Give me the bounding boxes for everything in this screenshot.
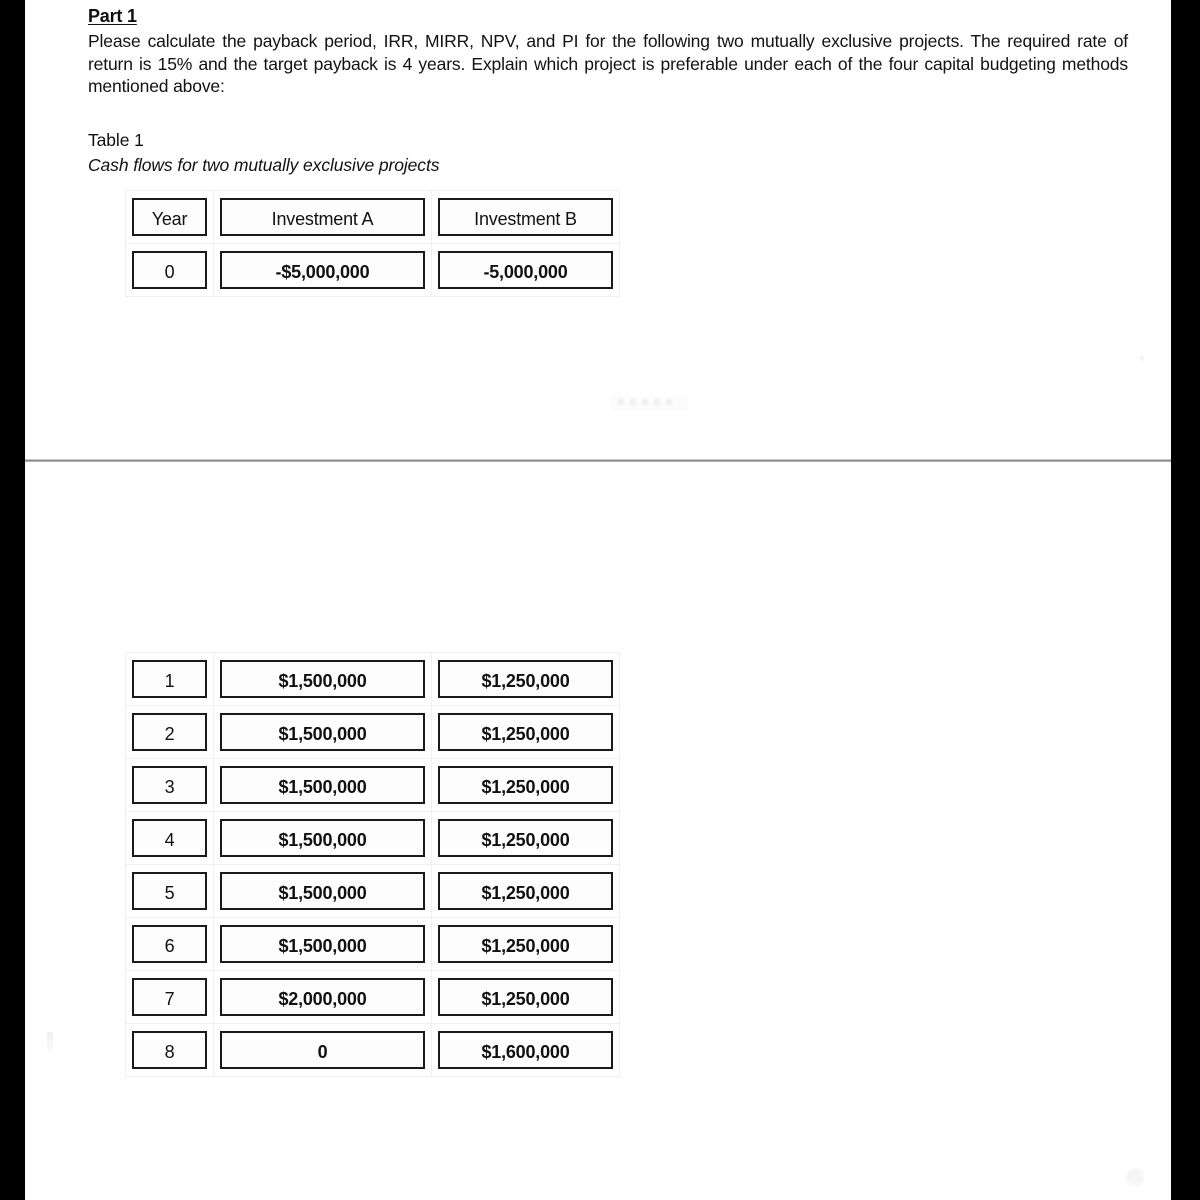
cell-year: 7	[125, 970, 214, 1024]
cell-investment-a: $1,500,000	[213, 917, 432, 971]
header-investment-a-label: Investment A	[220, 198, 425, 236]
investment-b-value: $1,250,000	[438, 766, 613, 804]
cell-year: 8	[125, 1023, 214, 1077]
table-bottom-body: 1 $1,500,000 $1,250,000 2 $1,500,000 $1,250,0…	[125, 652, 620, 1077]
investment-b-value: $1,250,000	[438, 925, 613, 963]
cell-investment-a: $2,000,000	[213, 970, 432, 1024]
investment-b-value: -5,000,000	[438, 251, 613, 289]
table-label: Table 1	[88, 130, 144, 150]
document-lower-section: 1 $1,500,000 $1,250,000 2 $1,500,000 $1,250,0…	[25, 462, 1171, 1200]
table-row: 2 $1,500,000 $1,250,000	[125, 705, 620, 759]
investment-b-value: $1,250,000	[438, 978, 613, 1016]
cell-investment-a: -$5,000,000	[213, 243, 432, 297]
cell-investment-a: $1,500,000	[213, 705, 432, 759]
year-value: 5	[132, 872, 207, 910]
investment-b-value: $1,250,000	[438, 872, 613, 910]
cell-year: 0	[125, 243, 214, 297]
year-value: 7	[132, 978, 207, 1016]
table-row: 7 $2,000,000 $1,250,000	[125, 970, 620, 1024]
document-upper-section: Part 1 Please calculate the payback peri…	[25, 0, 1171, 459]
cell-investment-b: -5,000,000	[431, 243, 620, 297]
cell-year: 2	[125, 705, 214, 759]
cash-flow-table-bottom: 1 $1,500,000 $1,250,000 2 $1,500,000 $1,250,0…	[125, 652, 620, 1077]
investment-b-value: $1,250,000	[438, 660, 613, 698]
year-value: 3	[132, 766, 207, 804]
header-cell-investment-a: Investment A	[213, 190, 432, 244]
investment-a-value: $1,500,000	[220, 872, 425, 910]
investment-a-value: 0	[220, 1031, 425, 1069]
scan-artifact-top-right	[1135, 348, 1169, 374]
document-page: Part 1 Please calculate the payback peri…	[25, 0, 1171, 1200]
table-caption: Cash flows for two mutually exclusive pr…	[88, 155, 440, 175]
cell-investment-a: 0	[213, 1023, 432, 1077]
investment-b-value: $1,250,000	[438, 713, 613, 751]
cell-investment-a: $1,500,000	[213, 811, 432, 865]
header-investment-b-label: Investment B	[438, 198, 613, 236]
cell-investment-b: $1,250,000	[431, 970, 620, 1024]
cell-year: 6	[125, 917, 214, 971]
investment-a-value: $1,500,000	[220, 766, 425, 804]
scan-artifact-right-edge	[1120, 1162, 1150, 1192]
cash-flow-table-top: Year Investment A Investment B 0 -$5,000…	[125, 190, 620, 297]
cell-investment-a: $1,500,000	[213, 758, 432, 812]
year-value: 6	[132, 925, 207, 963]
investment-a-value: -$5,000,000	[220, 251, 425, 289]
year-value: 2	[132, 713, 207, 751]
year-value: 1	[132, 660, 207, 698]
cell-investment-b: $1,250,000	[431, 811, 620, 865]
cell-investment-b: $1,250,000	[431, 917, 620, 971]
cell-year: 3	[125, 758, 214, 812]
cell-investment-a: $1,500,000	[213, 864, 432, 918]
year-value: 4	[132, 819, 207, 857]
investment-a-value: $2,000,000	[220, 978, 425, 1016]
table-row: 5 $1,500,000 $1,250,000	[125, 864, 620, 918]
part-heading: Part 1	[88, 6, 137, 26]
cell-year: 5	[125, 864, 214, 918]
table-top-body: Year Investment A Investment B 0 -$5,000…	[125, 190, 620, 297]
investment-a-value: $1,500,000	[220, 819, 425, 857]
scan-artifact-center	[610, 396, 688, 410]
question-paragraph: Please calculate the payback period, IRR…	[88, 31, 1128, 96]
header-cell-year: Year	[125, 190, 214, 244]
table-row: 6 $1,500,000 $1,250,000	[125, 917, 620, 971]
cell-year: 1	[125, 652, 214, 706]
cell-investment-b: $1,250,000	[431, 652, 620, 706]
investment-a-value: $1,500,000	[220, 660, 425, 698]
table-row: 8 0 $1,600,000	[125, 1023, 620, 1077]
cell-investment-b: $1,250,000	[431, 864, 620, 918]
cell-investment-b: $1,250,000	[431, 705, 620, 759]
investment-a-value: $1,500,000	[220, 713, 425, 751]
cell-investment-b: $1,250,000	[431, 758, 620, 812]
table-row: 4 $1,500,000 $1,250,000	[125, 811, 620, 865]
table-row: 1 $1,500,000 $1,250,000	[125, 652, 620, 706]
table-row: 0 -$5,000,000 -5,000,000	[125, 243, 620, 297]
table-header-row: Year Investment A Investment B	[125, 190, 620, 244]
cell-year: 4	[125, 811, 214, 865]
header-cell-investment-b: Investment B	[431, 190, 620, 244]
scan-artifact-left-edge	[47, 1032, 53, 1054]
year-value: 8	[132, 1031, 207, 1069]
header-year-label: Year	[132, 198, 207, 236]
investment-a-value: $1,500,000	[220, 925, 425, 963]
cell-investment-b: $1,600,000	[431, 1023, 620, 1077]
cell-investment-a: $1,500,000	[213, 652, 432, 706]
year-value: 0	[132, 251, 207, 289]
investment-b-value: $1,600,000	[438, 1031, 613, 1069]
investment-b-value: $1,250,000	[438, 819, 613, 857]
table-row: 3 $1,500,000 $1,250,000	[125, 758, 620, 812]
